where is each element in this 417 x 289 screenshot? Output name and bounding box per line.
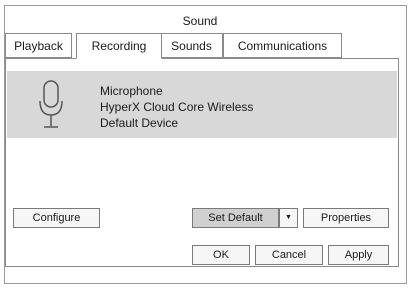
set-default-button[interactable]: Set Default <box>192 208 279 228</box>
microphone-icon <box>39 80 63 128</box>
device-name: Microphone <box>100 84 163 98</box>
device-status: Default Device <box>100 116 179 130</box>
tab-playback[interactable]: Playback <box>5 33 72 58</box>
tab-recording[interactable]: Recording <box>76 33 162 59</box>
tab-communications[interactable]: Communications <box>223 33 342 58</box>
device-description: HyperX Cloud Core Wireless <box>100 100 254 114</box>
set-default-dropdown-arrow[interactable]: ▼ <box>279 208 298 228</box>
tab-sounds[interactable]: Sounds <box>160 33 223 58</box>
device-list-item[interactable]: Microphone HyperX Cloud Core Wireless De… <box>7 71 397 138</box>
properties-button[interactable]: Properties <box>303 208 389 228</box>
configure-button[interactable]: Configure <box>13 208 100 228</box>
dialog-title: Sound <box>182 14 218 28</box>
cancel-button[interactable]: Cancel <box>255 245 323 265</box>
device-info: Microphone HyperX Cloud Core Wireless De… <box>100 83 253 131</box>
ok-button[interactable]: OK <box>192 245 250 265</box>
apply-button[interactable]: Apply <box>328 245 389 265</box>
recording-panel: Microphone HyperX Cloud Core Wireless De… <box>5 58 399 267</box>
